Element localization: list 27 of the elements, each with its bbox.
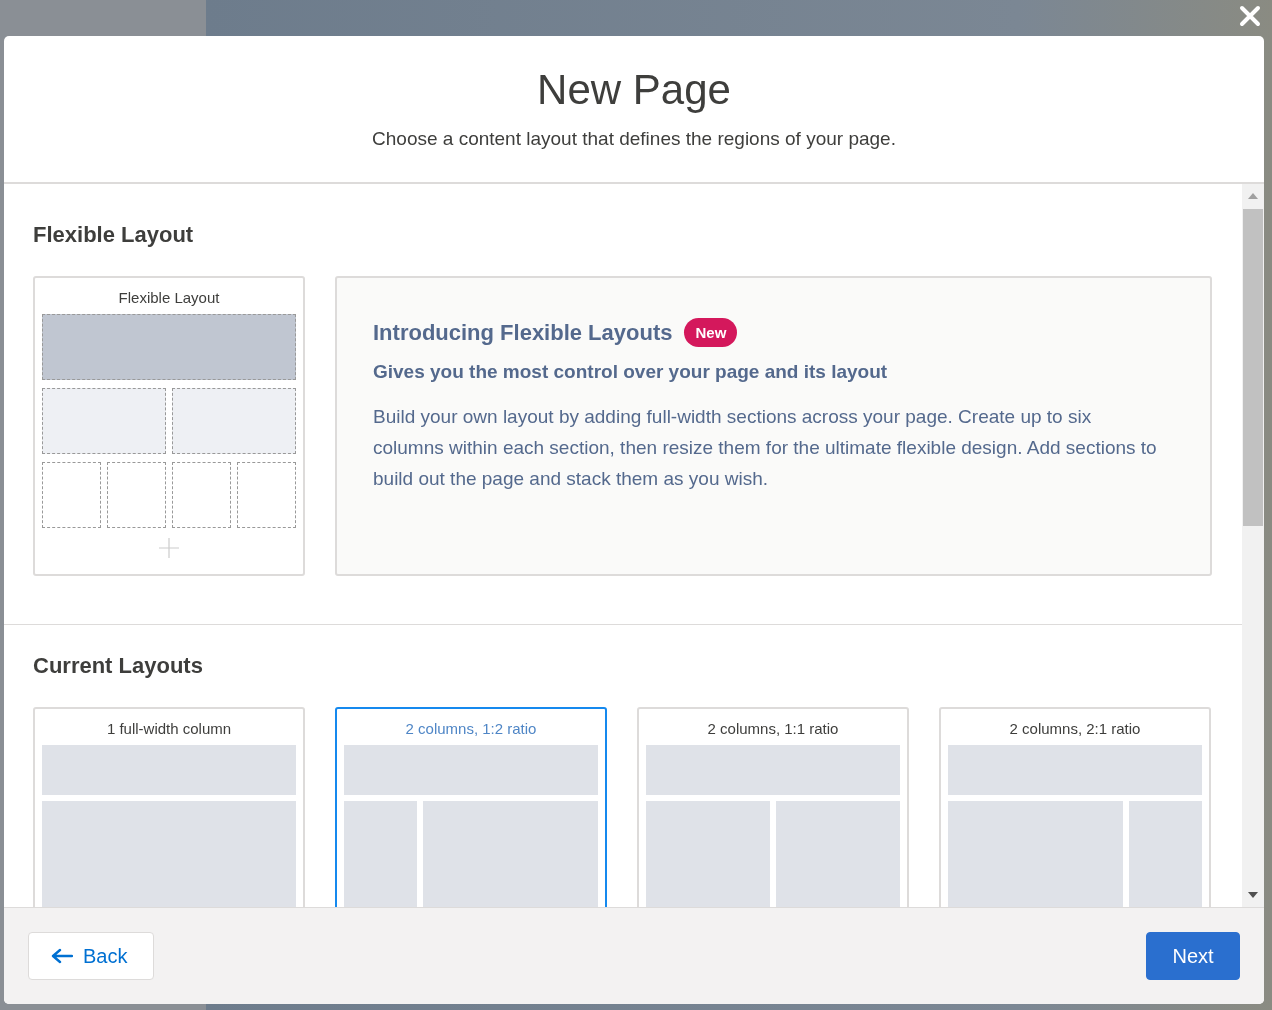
scroll-down-icon[interactable] bbox=[1248, 892, 1258, 898]
layout-card[interactable]: Flexible Layout bbox=[33, 276, 305, 576]
card-label: Flexible Layout bbox=[117, 288, 221, 308]
modal-title: New Page bbox=[537, 66, 731, 114]
scroll-up-icon[interactable] bbox=[1248, 193, 1258, 199]
section-heading: Current Layouts bbox=[33, 653, 204, 679]
layout-card[interactable]: 2 columns, 1:2 ratio bbox=[335, 707, 607, 907]
card-label: 1 full-width column bbox=[105, 719, 233, 739]
scrollbar-thumb[interactable] bbox=[1243, 209, 1263, 526]
card-label: 2 columns, 1:1 ratio bbox=[706, 719, 840, 739]
next-button[interactable]: Next bbox=[1146, 932, 1240, 980]
new-badge: New bbox=[684, 318, 738, 347]
intro-subtitle: Gives you the most control over your page and its layout bbox=[373, 361, 889, 383]
plus-icon bbox=[159, 538, 179, 558]
back-button[interactable]: Back bbox=[28, 932, 154, 980]
intro-title: Introducing Flexible Layouts bbox=[373, 319, 673, 346]
layout-card[interactable]: 1 full-width column bbox=[33, 707, 305, 907]
card-label: 2 columns, 1:2 ratio bbox=[404, 719, 538, 739]
close-icon[interactable] bbox=[1238, 4, 1262, 28]
modal-subtitle: Choose a content layout that defines the regions of your page. bbox=[372, 128, 896, 150]
intro-description: Build your own layout by adding full-width sections across your page. Create up to six columns within each section, then resize them for the ultimate flexible design. Add sections to build out the page and stack them as you wish. bbox=[373, 405, 1158, 491]
card-label: 2 columns, 2:1 ratio bbox=[1008, 719, 1142, 739]
arrow-left-icon bbox=[51, 948, 73, 964]
section-heading: Flexible Layout bbox=[33, 222, 195, 248]
scrollbar[interactable] bbox=[1242, 184, 1264, 907]
layout-card[interactable]: 2 columns, 2:1 ratio bbox=[939, 707, 1211, 907]
layout-card[interactable]: 2 columns, 1:1 ratio bbox=[637, 707, 909, 907]
